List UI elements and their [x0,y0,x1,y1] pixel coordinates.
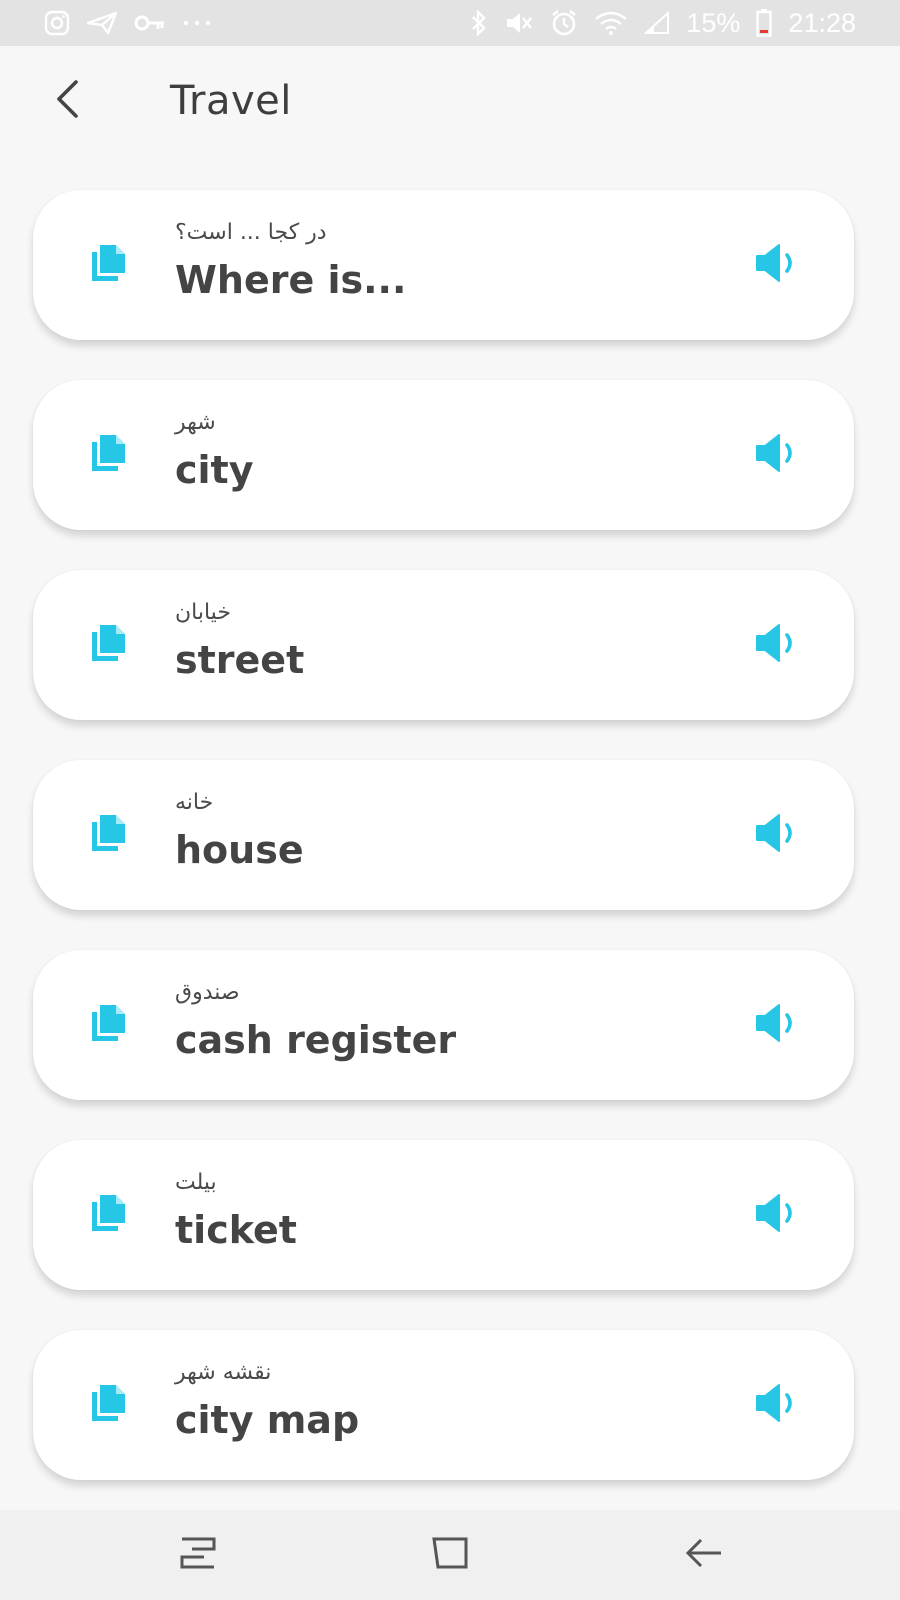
battery-icon [756,9,773,37]
phrase-english: city map [175,1398,360,1442]
speaker-icon [754,622,800,668]
speaker-icon [754,1002,800,1048]
phrase-card-1[interactable]: شهر city [33,380,854,530]
speaker-icon [754,242,800,288]
copy-button[interactable] [85,620,133,668]
instagram-icon [44,10,70,36]
copy-icon [88,1001,130,1047]
copy-icon [88,621,130,667]
copy-icon [88,431,130,477]
phrase-translation: شهر [175,410,216,435]
phrase-text: خانه house [175,788,695,878]
phrase-translation: در کجا ... است؟ [175,220,327,245]
copy-button[interactable] [85,1000,133,1048]
phrase-text: خیابان street [175,598,695,688]
speak-button[interactable] [750,240,804,290]
phrase-english: Where is... [175,258,407,302]
copy-icon [88,241,130,287]
screen: 15% 21:28 Travel در کجا ... است؟ Where i… [0,0,900,1600]
back-icon [683,1535,725,1575]
phrase-english: cash register [175,1018,457,1062]
phrase-text: بیلت ticket [175,1168,695,1258]
speaker-icon [754,432,800,478]
status-bar-right: 15% 21:28 [470,8,856,39]
wifi-icon [594,10,628,36]
copy-button[interactable] [85,810,133,858]
copy-button[interactable] [85,430,133,478]
home-button[interactable] [420,1530,480,1580]
back-button[interactable] [40,74,94,128]
speaker-icon [754,1192,800,1238]
copy-button[interactable] [85,240,133,288]
phrase-translation: بیلت [175,1170,217,1195]
phrase-card-4[interactable]: صندوق cash register [33,950,854,1100]
copy-icon [88,1191,130,1237]
recents-button[interactable] [168,1530,228,1580]
phrase-card-5[interactable]: بیلت ticket [33,1140,854,1290]
phrase-english: city [175,448,254,492]
copy-icon [88,811,130,857]
phrase-translation: خیابان [175,600,231,625]
phrase-card-2[interactable]: خیابان street [33,570,854,720]
phrase-text: در کجا ... است؟ Where is... [175,218,695,308]
mute-icon [504,10,534,36]
phrase-english: ticket [175,1208,297,1252]
send-icon [86,11,118,35]
phrase-card-6[interactable]: نقشه شهر city map [33,1330,854,1480]
page-title: Travel [170,78,292,124]
phrase-english: street [175,638,305,682]
phrase-translation: صندوق [175,980,240,1005]
status-bar: 15% 21:28 [0,0,900,46]
more-dots-icon [182,18,212,28]
app-header: Travel [0,46,900,156]
phrase-text: نقشه شهر city map [175,1358,695,1448]
status-time: 21:28 [788,7,856,38]
copy-icon [88,1381,130,1427]
speaker-icon [754,1382,800,1428]
speak-button[interactable] [750,430,804,480]
signal-icon [644,11,670,35]
speak-button[interactable] [750,1000,804,1050]
nav-back-button[interactable] [674,1530,734,1580]
speaker-icon [754,812,800,858]
speak-button[interactable] [750,810,804,860]
home-icon [430,1535,470,1575]
recents-icon [178,1535,218,1575]
speak-button[interactable] [750,620,804,670]
battery-percent: 15% [686,7,741,38]
speak-button[interactable] [750,1190,804,1240]
phrase-card-0[interactable]: در کجا ... است؟ Where is... [33,190,854,340]
phrase-translation: خانه [175,790,214,815]
phrase-text: صندوق cash register [175,978,695,1068]
speak-button[interactable] [750,1380,804,1430]
phrase-card-3[interactable]: خانه house [33,760,854,910]
alarm-icon [550,9,578,37]
chevron-left-icon [52,79,82,123]
copy-button[interactable] [85,1190,133,1238]
bluetooth-icon [470,10,488,36]
copy-button[interactable] [85,1380,133,1428]
phrase-list: در کجا ... است؟ Where is... شهر city خیا… [33,190,854,1520]
system-nav-bar [0,1510,900,1600]
status-bar-left [44,10,212,36]
phrase-translation: نقشه شهر [175,1360,272,1385]
phrase-text: شهر city [175,408,695,498]
key-icon [134,12,166,34]
phrase-english: house [175,828,304,872]
